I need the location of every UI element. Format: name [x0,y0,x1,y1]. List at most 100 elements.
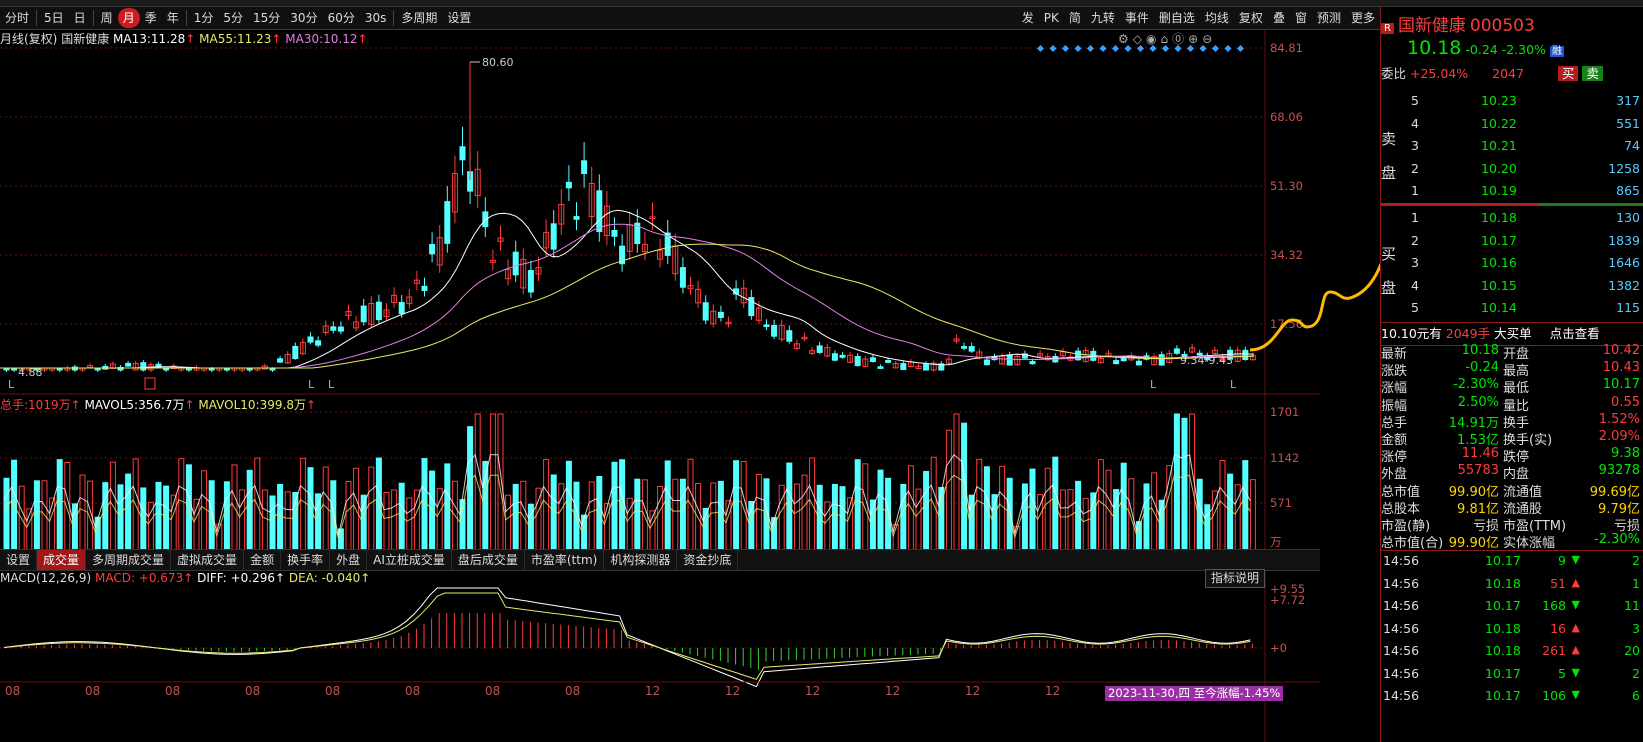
signal-diamond [1074,44,1082,53]
toolbar-right-item-8[interactable]: 叠 [1268,8,1290,28]
period-button-6[interactable]: 年 [162,8,184,28]
period-button-1[interactable]: 5日 [39,8,69,28]
event-marker[interactable] [144,377,156,390]
toolbar-divider [92,10,94,26]
indicator-tab-7[interactable]: AI立桩成交量 [367,550,452,570]
tick-row: 14:56 10.17 168 ▼ 11 [1381,598,1643,620]
toolbar-right-item-0[interactable]: 发 [1017,8,1039,28]
volume-bar [284,491,291,551]
period-button-8[interactable]: 5分 [218,8,248,28]
tick-volume: 51 [1550,575,1566,591]
low-marker: L [308,378,315,391]
stat-value: 10.18 [1461,343,1499,358]
indicator-tab-8[interactable]: 盘后成交量 [452,550,525,570]
toolbar-right-item-6[interactable]: 均线 [1200,8,1234,28]
stat-label: 换手(实) [1503,433,1553,448]
period-button-11[interactable]: 60分 [323,8,360,28]
period-button-4[interactable]: 月 [117,8,140,28]
candle-body [429,243,436,255]
period-button-9[interactable]: 15分 [248,8,285,28]
weibi-value: +25.04% [1410,66,1469,81]
volume-bar [641,479,648,551]
date-badge: 2023-11-30,四 至今涨幅-1.45% [1105,686,1284,701]
indicator-tab-11[interactable]: 资金抄底 [677,550,739,570]
stat-row: 总市值(合) 99.90亿 实体涨幅 -2.30% [1381,532,1643,551]
period-button-14[interactable]: 设置 [442,8,476,28]
stat-row: 总手 14.91万 换手 1.52% [1381,412,1643,431]
tick-count: 20 [1624,643,1640,658]
volume-bar [862,463,869,551]
indicator-tab-0[interactable]: 设置 [0,550,38,570]
indicator-help-button[interactable]: 指标说明 [1205,569,1265,588]
bigorder-view-link[interactable]: 点击查看 [1550,326,1600,341]
buy-level: 5 [1411,300,1419,315]
toolbar-right-item-5[interactable]: 删自选 [1154,8,1200,28]
volume-bar [421,458,428,551]
volume-bar [512,483,519,551]
period-button-0[interactable]: 分时 [0,8,34,28]
sell-volume: 74 [1624,138,1640,153]
period-button-5[interactable]: 季 [140,8,162,28]
period-button-2[interactable]: 日 [69,8,91,28]
stat-value: -2.30% [1594,532,1640,548]
stat-value: 14.91万 [1448,415,1499,431]
kline-chart[interactable]: 84.8168.0651.3034.3217.5680.604.889.34-9… [0,30,1380,742]
candle-body [581,160,588,175]
period-button-7[interactable]: 1分 [189,8,219,28]
toolbar-right-item-3[interactable]: 九转 [1086,8,1120,28]
volume-prefix: 总手: [0,398,29,412]
toolbar-right-item-7[interactable]: 复权 [1234,8,1268,28]
toolbar-right-item-11[interactable]: 更多 [1346,8,1380,28]
volume-axis-label: 1701 [1270,405,1299,419]
candle-body [315,340,322,346]
candle-body [869,357,876,363]
buy-button[interactable]: 买 [1557,66,1579,81]
quote-change-pct: -2.30% [1501,42,1546,57]
period-button-13[interactable]: 多周期 [396,8,442,28]
indicator-tab-1[interactable]: 成交量 [37,550,87,570]
macd-value: MACD: +0.673↑ [94,571,194,585]
sell-button[interactable]: 卖 [1582,66,1603,81]
stat-value: 11.46 [1461,446,1499,462]
tick-count: 1 [1632,575,1640,591]
volume-bar [413,489,420,551]
indicator-tab-5[interactable]: 换手率 [281,550,331,570]
stat-label: 市盈(静) [1381,519,1431,534]
signal-diamond [1174,44,1182,53]
signal-diamond [1236,44,1245,53]
indicator-tab-10[interactable]: 机构探测器 [604,550,678,570]
volume-bar [246,469,253,551]
volume-bar [102,482,109,551]
indicator-tab-6[interactable]: 外盘 [330,550,368,570]
candle-body [839,354,846,358]
down-arrow-icon: ▼ [1571,688,1580,701]
code-prefix-badge: R [1381,23,1394,34]
indicator-tab-2[interactable]: 多周期成交量 [86,550,172,570]
candle-body [1120,357,1127,362]
toolbar-right-item-9[interactable]: 窗 [1290,8,1312,28]
period-button-3[interactable]: 周 [96,8,118,28]
volume-bar [345,480,352,551]
stat-row: 涨停 11.46 跌停 9.38 [1381,446,1643,465]
candle-body [337,326,344,332]
toolbar-right-item-10[interactable]: 预测 [1312,8,1346,28]
x-axis-label: 08 [245,684,260,698]
candle-body [292,345,299,360]
candle-body [831,353,838,361]
indicator-tab-9[interactable]: 市盈率(ttm) [525,550,605,570]
volume-bar [1143,483,1150,551]
stat-value: 99.90亿 [1448,484,1499,500]
volume-bar [406,497,413,551]
candle-body [277,358,284,363]
high-label: 80.60 [482,56,514,69]
indicator-tab-4[interactable]: 金额 [244,550,282,570]
volume-bar [223,481,230,551]
toolbar-right-item-1[interactable]: PK [1039,8,1064,28]
indicator-tab-3[interactable]: 虚拟成交量 [171,550,245,570]
toolbar-right-item-2[interactable]: 简 [1064,8,1086,28]
volume-bar [831,483,838,551]
signal-diamond [1224,44,1232,53]
toolbar-right-item-4[interactable]: 事件 [1120,8,1154,28]
period-button-10[interactable]: 30分 [285,8,322,28]
period-button-12[interactable]: 30s [360,8,392,28]
